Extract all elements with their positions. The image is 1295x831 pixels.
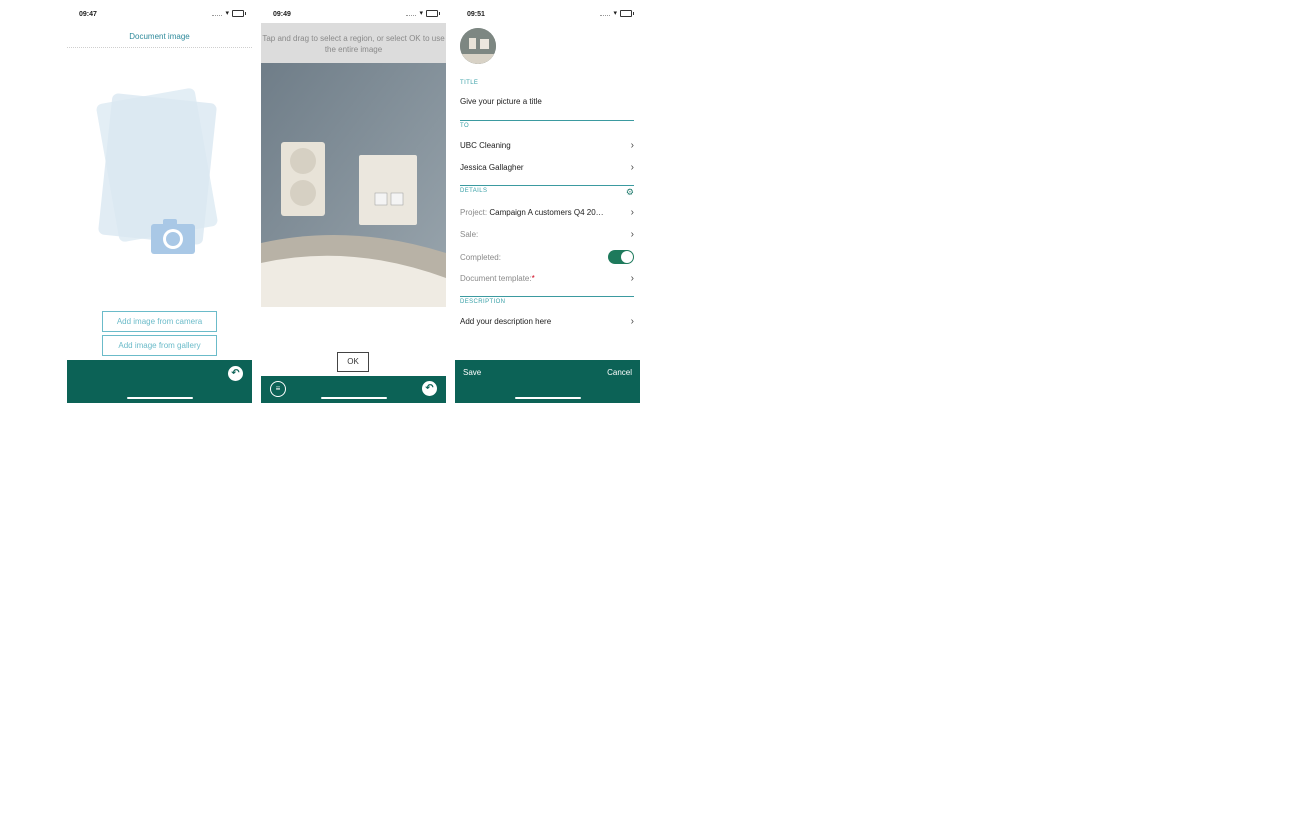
- status-time: 09:51: [467, 11, 485, 18]
- document-image-screen: 09:47 ▾ Document image Add image from ca…: [67, 3, 252, 403]
- cancel-button[interactable]: Cancel: [607, 368, 632, 377]
- chevron-right-icon: ›: [630, 229, 634, 240]
- battery-icon: [620, 10, 634, 17]
- project-value: Campaign A customers Q4 20…: [489, 208, 604, 217]
- crop-image-screen: 09:49 ▾ Tap and drag to select a region,…: [261, 3, 446, 403]
- status-bar: 09:49 ▾: [261, 3, 446, 23]
- project-row[interactable]: Project: Campaign A customers Q4 20… ›: [460, 207, 634, 218]
- title-input[interactable]: Give your picture a title: [460, 97, 634, 106]
- status-time: 09:47: [79, 11, 97, 18]
- signal-icon: [212, 11, 223, 16]
- add-image-camera-button[interactable]: Add image from camera: [102, 311, 217, 332]
- chevron-right-icon: ›: [630, 140, 634, 151]
- undo-icon[interactable]: ↶: [228, 366, 243, 381]
- picture-thumbnail[interactable]: [460, 28, 496, 64]
- section-description: DESCRIPTION: [460, 299, 506, 305]
- chevron-right-icon: ›: [630, 207, 634, 218]
- sale-label: Sale:: [460, 230, 479, 239]
- captured-photo[interactable]: [261, 63, 446, 307]
- save-button[interactable]: Save: [463, 368, 481, 377]
- completed-row: Completed:: [460, 250, 634, 264]
- undo-icon[interactable]: ↶: [422, 381, 437, 396]
- to-contact-row[interactable]: Jessica Gallagher ›: [460, 162, 634, 173]
- add-image-gallery-button[interactable]: Add image from gallery: [102, 335, 217, 356]
- status-bar: 09:47 ▾: [67, 3, 252, 23]
- bottom-toolbar: ≡ ↶: [261, 376, 446, 403]
- divider: [460, 185, 634, 186]
- menu-icon[interactable]: ≡: [270, 381, 286, 397]
- to-company: UBC Cleaning: [460, 141, 511, 150]
- document-template-row[interactable]: Document template: * ›: [460, 273, 634, 284]
- to-contact: Jessica Gallagher: [460, 163, 524, 172]
- required-mark: *: [531, 274, 535, 283]
- completed-toggle[interactable]: [608, 250, 634, 264]
- home-indicator: [320, 397, 387, 399]
- completed-label: Completed:: [460, 252, 501, 262]
- status-bar: 09:51 ▾: [455, 3, 640, 23]
- bottom-toolbar: ↶: [67, 360, 252, 403]
- document-template-label: Document template:: [460, 274, 532, 283]
- section-to: TO: [460, 123, 470, 129]
- description-placeholder: Add your description here: [460, 317, 552, 326]
- signal-icon: [600, 11, 611, 16]
- page-title: Document image: [129, 32, 190, 41]
- divider: [460, 296, 634, 297]
- ok-button[interactable]: OK: [337, 352, 369, 372]
- document-details-screen: 09:51 ▾ TITLE Give your picture a title …: [455, 3, 640, 403]
- battery-icon: [232, 10, 246, 17]
- home-indicator: [514, 397, 581, 399]
- camera-icon: [151, 219, 195, 254]
- divider: [460, 120, 634, 121]
- section-details: DETAILS: [460, 188, 488, 194]
- sale-row[interactable]: Sale: ›: [460, 229, 634, 240]
- wifi-icon: ▾: [613, 10, 617, 17]
- wifi-icon: ▾: [225, 10, 229, 17]
- title-placeholder: Give your picture a title: [460, 97, 542, 106]
- crop-hint: Tap and drag to select a region, or sele…: [261, 23, 446, 63]
- home-indicator: [126, 397, 193, 399]
- description-row[interactable]: Add your description here ›: [460, 316, 634, 327]
- chevron-right-icon: ›: [630, 316, 634, 327]
- bottom-toolbar: Save Cancel: [455, 360, 640, 403]
- status-time: 09:49: [273, 11, 291, 18]
- project-label: Project:: [460, 208, 488, 217]
- chevron-right-icon: ›: [630, 162, 634, 173]
- chevron-right-icon: ›: [630, 273, 634, 284]
- divider: [67, 47, 252, 48]
- battery-icon: [426, 10, 440, 17]
- to-company-row[interactable]: UBC Cleaning ›: [460, 140, 634, 151]
- gear-icon[interactable]: ⚙: [626, 187, 634, 198]
- signal-icon: [406, 11, 417, 16]
- wifi-icon: ▾: [419, 10, 423, 17]
- section-title: TITLE: [460, 80, 479, 86]
